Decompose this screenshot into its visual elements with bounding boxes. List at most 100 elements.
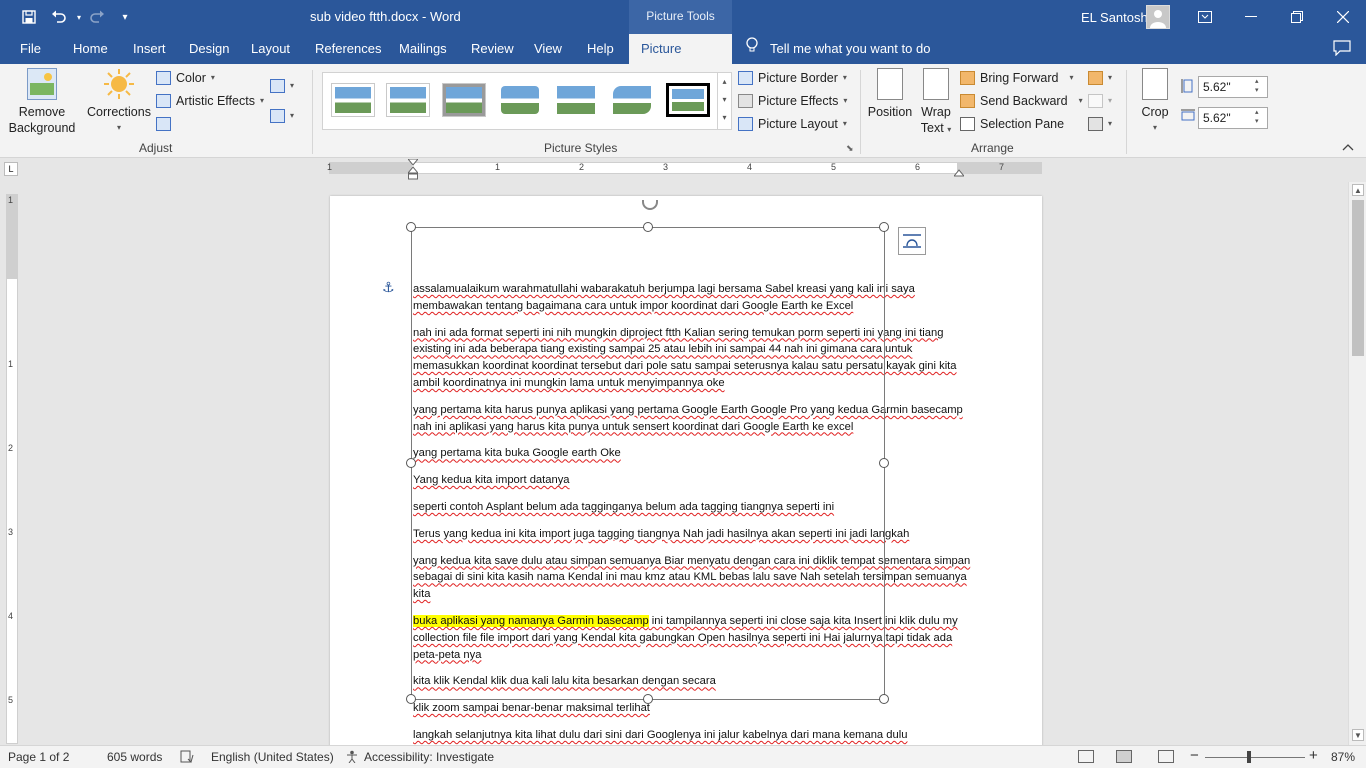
scroll-down-icon[interactable]: ▼ xyxy=(1352,729,1364,741)
zoom-slider[interactable] xyxy=(1205,757,1305,758)
compress-pictures-button[interactable]: ▾ xyxy=(270,76,294,96)
wrap-text-button[interactable]: Wrap Text ▾ xyxy=(918,68,954,138)
page-count[interactable]: Page 1 of 2 xyxy=(8,750,69,764)
remove-background-button[interactable]: Remove Background xyxy=(8,68,76,136)
vertical-scrollbar[interactable]: ▲ ▼ xyxy=(1348,182,1366,745)
undo-icon[interactable] xyxy=(48,6,70,28)
corrections-button[interactable]: Corrections ▾ xyxy=(86,68,152,136)
tab-insert[interactable]: Insert xyxy=(125,34,174,64)
zoom-out-icon[interactable]: − xyxy=(1190,747,1199,764)
ribbon-display-icon[interactable] xyxy=(1182,0,1228,34)
resize-handle-top-right[interactable] xyxy=(879,222,889,232)
align-button[interactable]: ▾ xyxy=(1088,68,1112,88)
picture-style-4[interactable] xyxy=(498,83,542,117)
document-area[interactable]: ⚓ assalamualaikum warahmatullahi wabarak… xyxy=(22,182,1348,745)
resize-handle-bottom-left[interactable] xyxy=(406,694,416,704)
scroll-up-icon[interactable]: ▲ xyxy=(1352,184,1364,196)
width-spinner[interactable]: ▴ ▾ xyxy=(1255,108,1259,126)
vertical-ruler[interactable]: 1 1 2 3 4 5 xyxy=(6,194,18,744)
web-layout-icon[interactable] xyxy=(1158,750,1174,763)
picture-effects-button[interactable]: Picture Effects ▾ xyxy=(738,91,847,111)
rotate-button[interactable]: ▾ xyxy=(1088,114,1112,134)
color-button[interactable]: Color ▾ xyxy=(156,68,215,88)
resize-handle-bottom[interactable] xyxy=(643,694,653,704)
change-picture-button[interactable]: ▾ xyxy=(270,106,294,126)
artistic-effects-button[interactable]: Artistic Effects ▾ xyxy=(156,91,264,111)
layout-options-icon[interactable] xyxy=(898,227,926,255)
document-page[interactable]: ⚓ assalamualaikum warahmatullahi wabarak… xyxy=(330,196,1042,745)
language[interactable]: English (United States) xyxy=(211,750,334,764)
selection-pane-label: Selection Pane xyxy=(980,117,1065,131)
tab-review[interactable]: Review xyxy=(463,34,522,64)
ruler-number: 1 xyxy=(8,359,14,369)
chevron-down-icon: ▾ xyxy=(842,119,847,128)
close-icon[interactable] xyxy=(1320,0,1366,34)
tell-me-search[interactable]: Tell me what you want to do xyxy=(746,34,930,64)
height-spinner[interactable]: ▴ ▾ xyxy=(1255,77,1259,95)
picture-style-7[interactable] xyxy=(666,83,710,117)
picture-style-3[interactable] xyxy=(442,83,486,117)
tab-home[interactable]: Home xyxy=(65,34,116,64)
resize-handle-top[interactable] xyxy=(643,222,653,232)
tab-design[interactable]: Design xyxy=(181,34,237,64)
accessibility-icon[interactable] xyxy=(345,750,359,766)
accessibility-status[interactable]: Accessibility: Investigate xyxy=(364,750,494,764)
first-line-indent-marker[interactable] xyxy=(406,158,420,184)
right-indent-marker[interactable] xyxy=(952,166,966,180)
resize-handle-top-left[interactable] xyxy=(406,222,416,232)
ribbon-tabs: File Home Insert Design Layout Reference… xyxy=(0,34,1366,86)
paragraph[interactable]: klik zoom sampai benar-benar maksimal te… xyxy=(413,700,973,717)
rotate-handle[interactable] xyxy=(642,200,658,210)
resize-handle-left[interactable] xyxy=(406,458,416,468)
crop-button[interactable]: Crop ▾ xyxy=(1136,68,1174,136)
collapse-ribbon-icon[interactable] xyxy=(1342,140,1354,154)
customize-qat-icon[interactable]: ▾ xyxy=(114,6,136,28)
resize-handle-bottom-right[interactable] xyxy=(879,694,889,704)
anchor-icon[interactable]: ⚓ xyxy=(382,279,395,296)
position-button[interactable]: Position xyxy=(866,68,914,120)
ribbon-picture-format: Remove Background Corrections ▾ Color ▾ … xyxy=(0,64,1366,158)
picture-style-5[interactable] xyxy=(554,83,598,117)
picture-layout-button[interactable]: Picture Layout ▾ xyxy=(738,114,847,134)
user-name[interactable]: EL Santosh xyxy=(1081,10,1148,25)
group-objects-button[interactable]: ▾ xyxy=(1088,91,1112,111)
tab-view[interactable]: View xyxy=(526,34,570,64)
dialog-launcher-icon[interactable]: ⬊ xyxy=(846,143,854,154)
read-mode-icon[interactable] xyxy=(1078,750,1094,763)
tab-picture-format[interactable]: Picture Format xyxy=(629,34,732,86)
selection-pane-button[interactable]: Selection Pane xyxy=(960,114,1064,134)
tab-help[interactable]: Help xyxy=(579,34,622,64)
picture-style-6[interactable] xyxy=(610,83,654,117)
picture-style-2[interactable] xyxy=(386,83,430,117)
scroll-thumb[interactable] xyxy=(1352,200,1364,356)
reset-picture-button[interactable] xyxy=(156,114,171,134)
print-layout-icon[interactable] xyxy=(1116,750,1132,763)
send-backward-button[interactable]: Send Backward ▾ xyxy=(960,91,1083,111)
send-backward-icon xyxy=(960,94,975,108)
tab-mailings[interactable]: Mailings xyxy=(391,34,455,64)
picture-border-button[interactable]: Picture Border ▾ xyxy=(738,68,847,88)
avatar[interactable] xyxy=(1146,5,1170,29)
zoom-slider-thumb[interactable] xyxy=(1247,751,1251,763)
word-count[interactable]: 605 words xyxy=(107,750,162,764)
selected-picture-frame[interactable] xyxy=(406,200,889,704)
save-icon[interactable] xyxy=(18,6,40,28)
minimize-icon[interactable] xyxy=(1228,0,1274,34)
tab-references[interactable]: References xyxy=(307,34,389,64)
zoom-in-icon[interactable]: + xyxy=(1309,747,1318,764)
resize-handle-right[interactable] xyxy=(879,458,889,468)
proofing-icon[interactable] xyxy=(180,750,194,766)
picture-style-1[interactable] xyxy=(331,83,375,117)
align-icon xyxy=(1088,71,1103,85)
tab-layout[interactable]: Layout xyxy=(243,34,298,64)
tab-file[interactable]: File xyxy=(12,34,49,64)
restore-icon[interactable] xyxy=(1274,0,1320,34)
comments-icon[interactable] xyxy=(1333,40,1351,59)
redo-icon[interactable] xyxy=(86,6,108,28)
bring-forward-button[interactable]: Bring Forward ▾ xyxy=(960,68,1074,88)
horizontal-ruler[interactable]: 1 1 2 3 4 5 6 7 xyxy=(327,158,1042,180)
gallery-scroll[interactable]: ▴ ▾ ▾ xyxy=(717,73,731,129)
zoom-level[interactable]: 87% xyxy=(1331,750,1355,764)
paragraph[interactable]: langkah selanjutnya kita lihat dulu dari… xyxy=(413,727,973,744)
tab-selector-icon[interactable]: L xyxy=(4,162,18,176)
